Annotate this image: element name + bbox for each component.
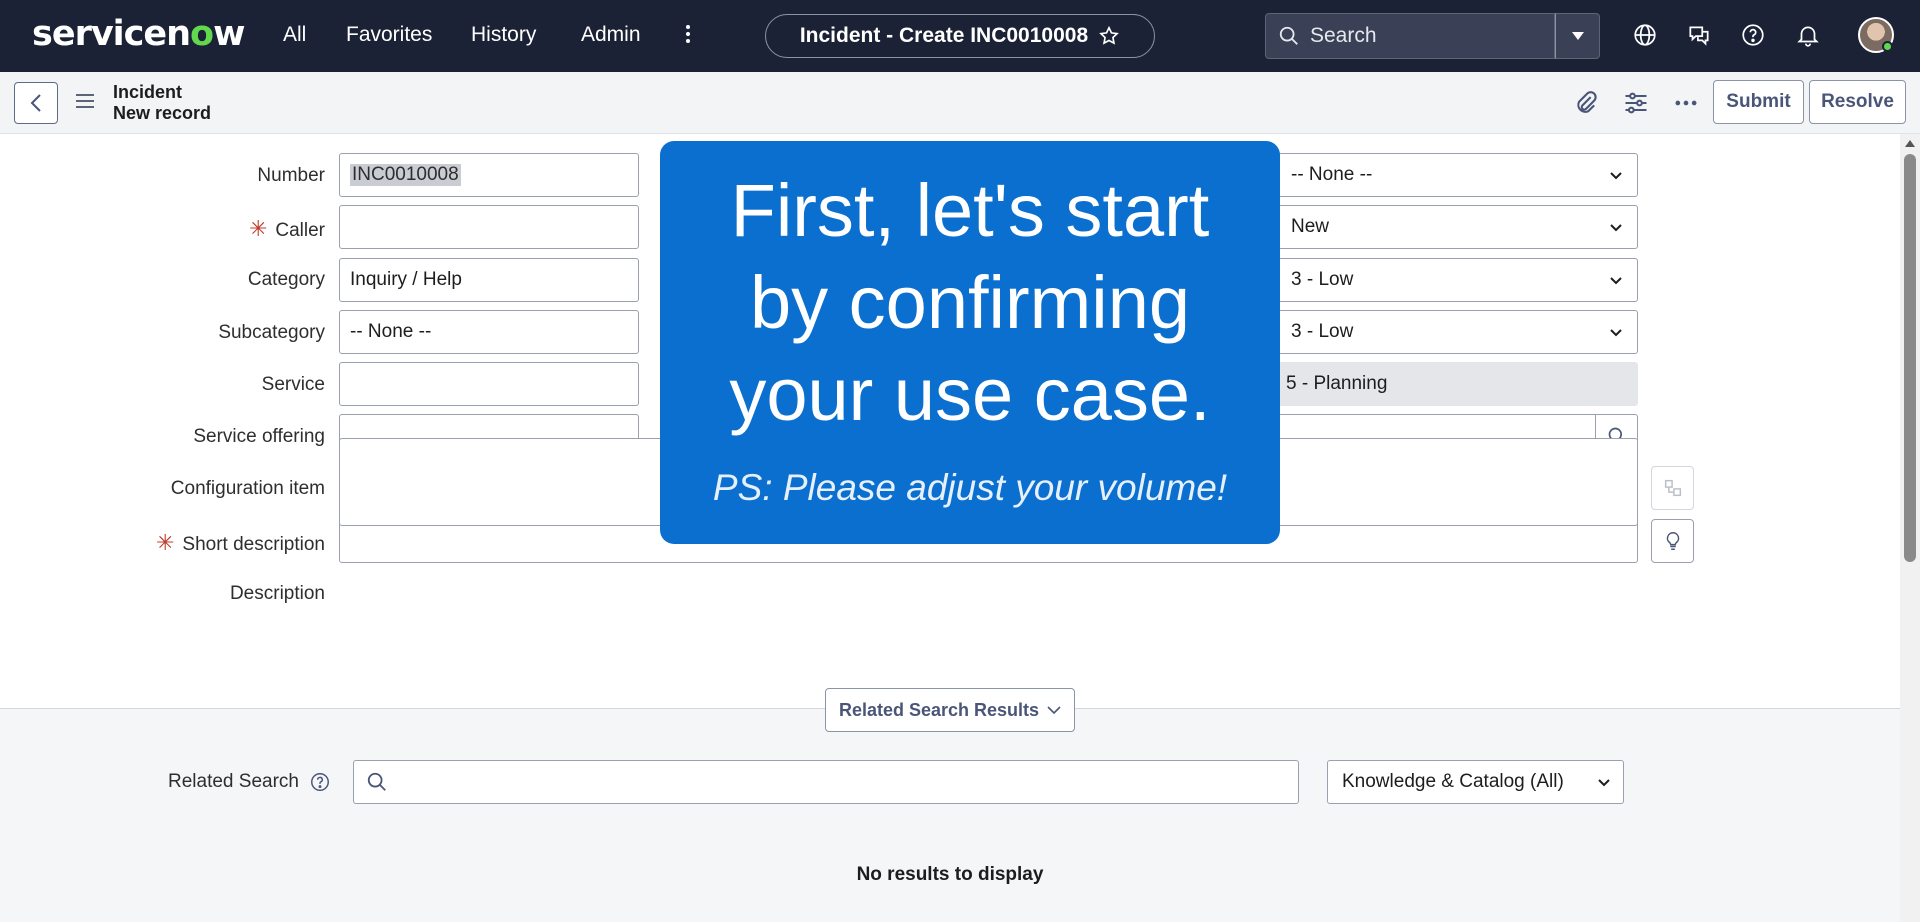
record-title-block: Incident New record: [113, 82, 211, 124]
tutorial-overlay: First, let's start by confirming your us…: [660, 141, 1280, 544]
related-search-section: [0, 709, 1900, 922]
urgency-select[interactable]: 3 - Low: [1270, 310, 1638, 354]
search-source-select[interactable]: Knowledge & Catalog (All): [1327, 760, 1624, 804]
label-category: Category: [247, 269, 325, 290]
overlay-subtext: PS: Please adjust your volume!: [712, 467, 1228, 508]
number-value: INC0010008: [350, 164, 461, 186]
chevron-down-icon: [1610, 277, 1622, 285]
chevron-down-icon: [1598, 779, 1610, 787]
notifications-bell-icon[interactable]: [1795, 22, 1821, 48]
chevron-left-icon: [30, 94, 41, 112]
presence-status-dot: [1882, 41, 1893, 52]
related-search-results-toggle[interactable]: Related Search Results: [825, 688, 1075, 732]
caller-field[interactable]: [339, 205, 639, 249]
more-menu-icon[interactable]: [682, 22, 694, 48]
submit-button[interactable]: Submit: [1713, 80, 1804, 124]
chevron-down-icon: [1610, 224, 1622, 232]
chevron-down-icon: [1610, 172, 1622, 180]
lightbulb-icon: [1666, 532, 1679, 550]
paperclip-icon[interactable]: [1572, 89, 1600, 117]
ci-relationship-icon: [1664, 479, 1681, 497]
label-description: Description: [229, 583, 325, 604]
service-field[interactable]: [339, 362, 639, 406]
label-caller: ✳ Caller: [248, 216, 325, 241]
star-icon[interactable]: [1098, 25, 1120, 47]
search-placeholder: Search: [1310, 24, 1377, 47]
chat-icon[interactable]: [1686, 22, 1712, 48]
search-icon: [1279, 26, 1298, 45]
search-scope-dropdown[interactable]: [1555, 13, 1600, 59]
label-number: Number: [257, 165, 325, 186]
nav-all[interactable]: All: [283, 23, 306, 47]
impact-select[interactable]: 3 - Low: [1270, 258, 1638, 302]
number-field[interactable]: INC0010008: [339, 153, 639, 197]
label-short-description: ✳ Short description: [155, 530, 325, 555]
priority-field: 5 - Planning: [1270, 362, 1638, 406]
top-nav: servicenow All Favorites History Admin I…: [0, 0, 1920, 72]
caret-down-icon: [1571, 32, 1584, 40]
related-search-input[interactable]: [353, 760, 1299, 804]
chevron-down-icon: [1047, 706, 1061, 715]
record-header: Incident New record Submit Resolve: [0, 72, 1920, 134]
context-menu-icon[interactable]: [76, 94, 94, 110]
category-select[interactable]: Inquiry / Help: [339, 258, 639, 302]
more-actions-icon[interactable]: [1672, 89, 1700, 117]
global-search-input[interactable]: Search: [1265, 13, 1555, 59]
nav-history[interactable]: History: [471, 23, 536, 47]
chevron-down-icon: [1610, 329, 1622, 337]
related-search-label: Related Search: [168, 771, 331, 793]
record-title: Incident - Create INC0010008: [799, 24, 1089, 47]
help-icon[interactable]: [309, 771, 331, 793]
no-results-message: No results to display: [856, 864, 1044, 885]
ci-impact-button[interactable]: [1651, 466, 1694, 510]
scrollbar-thumb[interactable]: [1904, 154, 1916, 562]
help-icon[interactable]: [1740, 22, 1766, 48]
overlay-headline: First, let's start by confirming your us…: [729, 169, 1211, 436]
suggestion-button[interactable]: [1651, 519, 1694, 563]
state-select[interactable]: New: [1270, 205, 1638, 249]
label-service: Service: [261, 374, 325, 395]
required-asterisk-icon: ✳: [248, 216, 268, 241]
contact-type-select[interactable]: -- None --: [1270, 153, 1638, 197]
record-title-pill[interactable]: Incident - Create INC0010008: [765, 14, 1155, 58]
label-configuration-item: Configuration item: [170, 478, 325, 499]
record-subtitle: New record: [113, 103, 212, 123]
servicenow-logo[interactable]: servicenow: [32, 14, 245, 54]
globe-icon[interactable]: [1632, 22, 1658, 48]
settings-sliders-icon[interactable]: [1622, 89, 1650, 117]
back-button[interactable]: [14, 82, 58, 124]
nav-admin[interactable]: Admin: [581, 23, 641, 47]
required-asterisk-icon: ✳: [155, 530, 175, 555]
label-subcategory: Subcategory: [218, 322, 325, 343]
resolve-button[interactable]: Resolve: [1809, 80, 1906, 124]
table-name: Incident: [113, 82, 183, 102]
search-icon: [367, 772, 386, 791]
subcategory-select[interactable]: -- None --: [339, 310, 639, 354]
scroll-up-arrow-icon[interactable]: [1905, 140, 1915, 147]
nav-favorites[interactable]: Favorites: [346, 23, 432, 47]
label-service-offering: Service offering: [193, 426, 325, 447]
